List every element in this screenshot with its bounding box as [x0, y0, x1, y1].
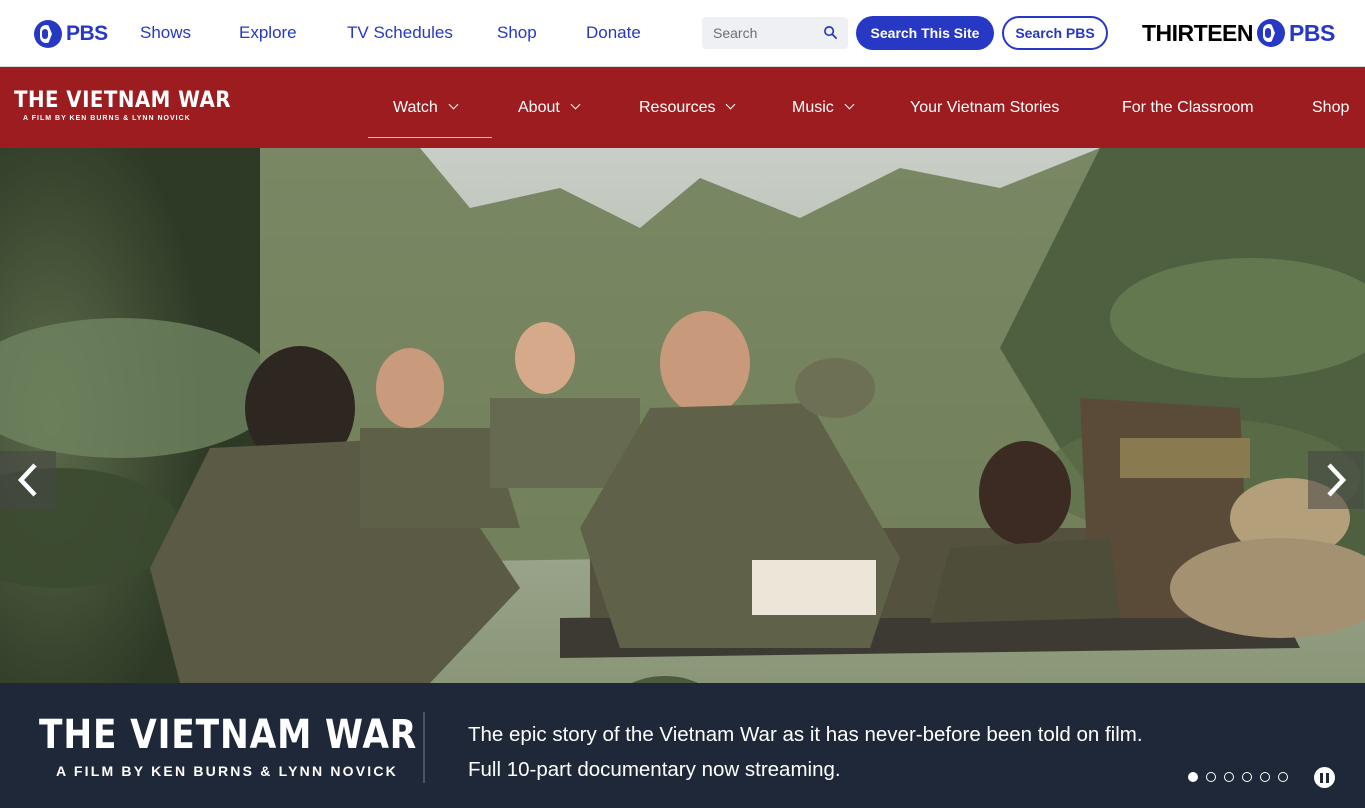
show-nav-resources[interactable]: Resources	[639, 99, 736, 117]
show-nav-about[interactable]: About	[518, 99, 581, 117]
caption-line-2: Full 10-part documentary now streaming.	[468, 758, 841, 781]
pbs-head-icon	[1257, 19, 1285, 47]
show-logo[interactable]: THE VIETNAM WAR A FILM BY KEN BURNS & LY…	[14, 88, 255, 122]
carousel-caption: THE VIETNAM WAR A FILM BY KEN BURNS & LY…	[0, 683, 1365, 808]
carousel-dot-1[interactable]	[1188, 772, 1198, 782]
caption-logo-subtitle: A FILM BY KEN BURNS & LYNN NOVICK	[56, 763, 398, 779]
hero-photo-soldiers	[0, 148, 1365, 683]
caption-logo-title: THE VIETNAM WAR	[39, 712, 418, 758]
pbs-head-icon	[34, 20, 62, 48]
station-logo[interactable]: THIRTEEN PBS	[1142, 19, 1335, 47]
show-nav-watch-label: Watch	[393, 99, 438, 116]
caption-show-logo[interactable]: THE VIETNAM WAR A FILM BY KEN BURNS & LY…	[39, 713, 479, 779]
hero-carousel-image	[0, 148, 1365, 683]
pbs-nav-donate[interactable]: Donate	[586, 23, 641, 43]
chevron-right-icon	[1327, 463, 1347, 497]
search-this-site-button[interactable]: Search This Site	[856, 16, 994, 50]
carousel-dot-3[interactable]	[1224, 772, 1234, 782]
pbs-header: PBS Shows Explore TV Schedules Shop Dona…	[0, 0, 1365, 67]
pbs-nav-shop[interactable]: Shop	[497, 23, 537, 43]
pause-icon	[1326, 772, 1329, 783]
show-nav-music[interactable]: Music	[792, 99, 855, 117]
carousel-dot-6[interactable]	[1278, 772, 1288, 782]
show-logo-subtitle: A FILM BY KEN BURNS & LYNN NOVICK	[23, 115, 191, 122]
chevron-down-icon	[570, 99, 581, 110]
show-nav-music-label: Music	[792, 99, 834, 116]
search-icon[interactable]	[823, 25, 838, 40]
carousel-dot-4[interactable]	[1242, 772, 1252, 782]
chevron-down-icon	[448, 99, 459, 110]
search-pbs-button[interactable]: Search PBS	[1002, 16, 1108, 50]
pbs-nav-tv-schedules[interactable]: TV Schedules	[347, 23, 453, 43]
show-nav-for-the-classroom[interactable]: For the Classroom	[1122, 99, 1254, 117]
show-nav-resources-label: Resources	[639, 99, 716, 116]
station-name: THIRTEEN	[1142, 19, 1254, 46]
search-input[interactable]	[702, 17, 823, 49]
show-logo-title: THE VIETNAM WAR	[14, 88, 231, 113]
pause-icon	[1320, 772, 1323, 783]
active-nav-underline	[368, 137, 492, 138]
pbs-nav-shows[interactable]: Shows	[140, 23, 191, 43]
carousel-dot-2[interactable]	[1206, 772, 1216, 782]
show-nav-shop[interactable]: Shop	[1312, 99, 1349, 117]
show-nav-about-label: About	[518, 99, 560, 116]
show-nav-your-vietnam-stories[interactable]: Your Vietnam Stories	[910, 99, 1059, 117]
caption-description: The epic story of the Vietnam War as it …	[468, 717, 1143, 787]
chevron-down-icon	[726, 99, 736, 110]
caption-line-1: The epic story of the Vietnam War as it …	[468, 723, 1143, 746]
carousel-next-button[interactable]	[1308, 451, 1364, 509]
chevron-left-icon	[17, 463, 37, 497]
show-nav-watch[interactable]: Watch	[393, 99, 459, 117]
station-pbs-text: PBS	[1289, 19, 1335, 46]
search-box	[702, 17, 848, 49]
pbs-logo-text: PBS	[66, 22, 108, 45]
carousel-dot-5[interactable]	[1260, 772, 1270, 782]
carousel-dots	[1188, 772, 1288, 782]
chevron-down-icon	[844, 99, 855, 110]
pbs-logo[interactable]: PBS	[34, 20, 108, 48]
caption-divider	[423, 712, 425, 783]
pbs-nav-explore[interactable]: Explore	[239, 23, 297, 43]
carousel-prev-button[interactable]	[0, 451, 56, 509]
show-nav-bar: THE VIETNAM WAR A FILM BY KEN BURNS & LY…	[0, 67, 1365, 148]
carousel-pause-button[interactable]	[1314, 767, 1335, 788]
